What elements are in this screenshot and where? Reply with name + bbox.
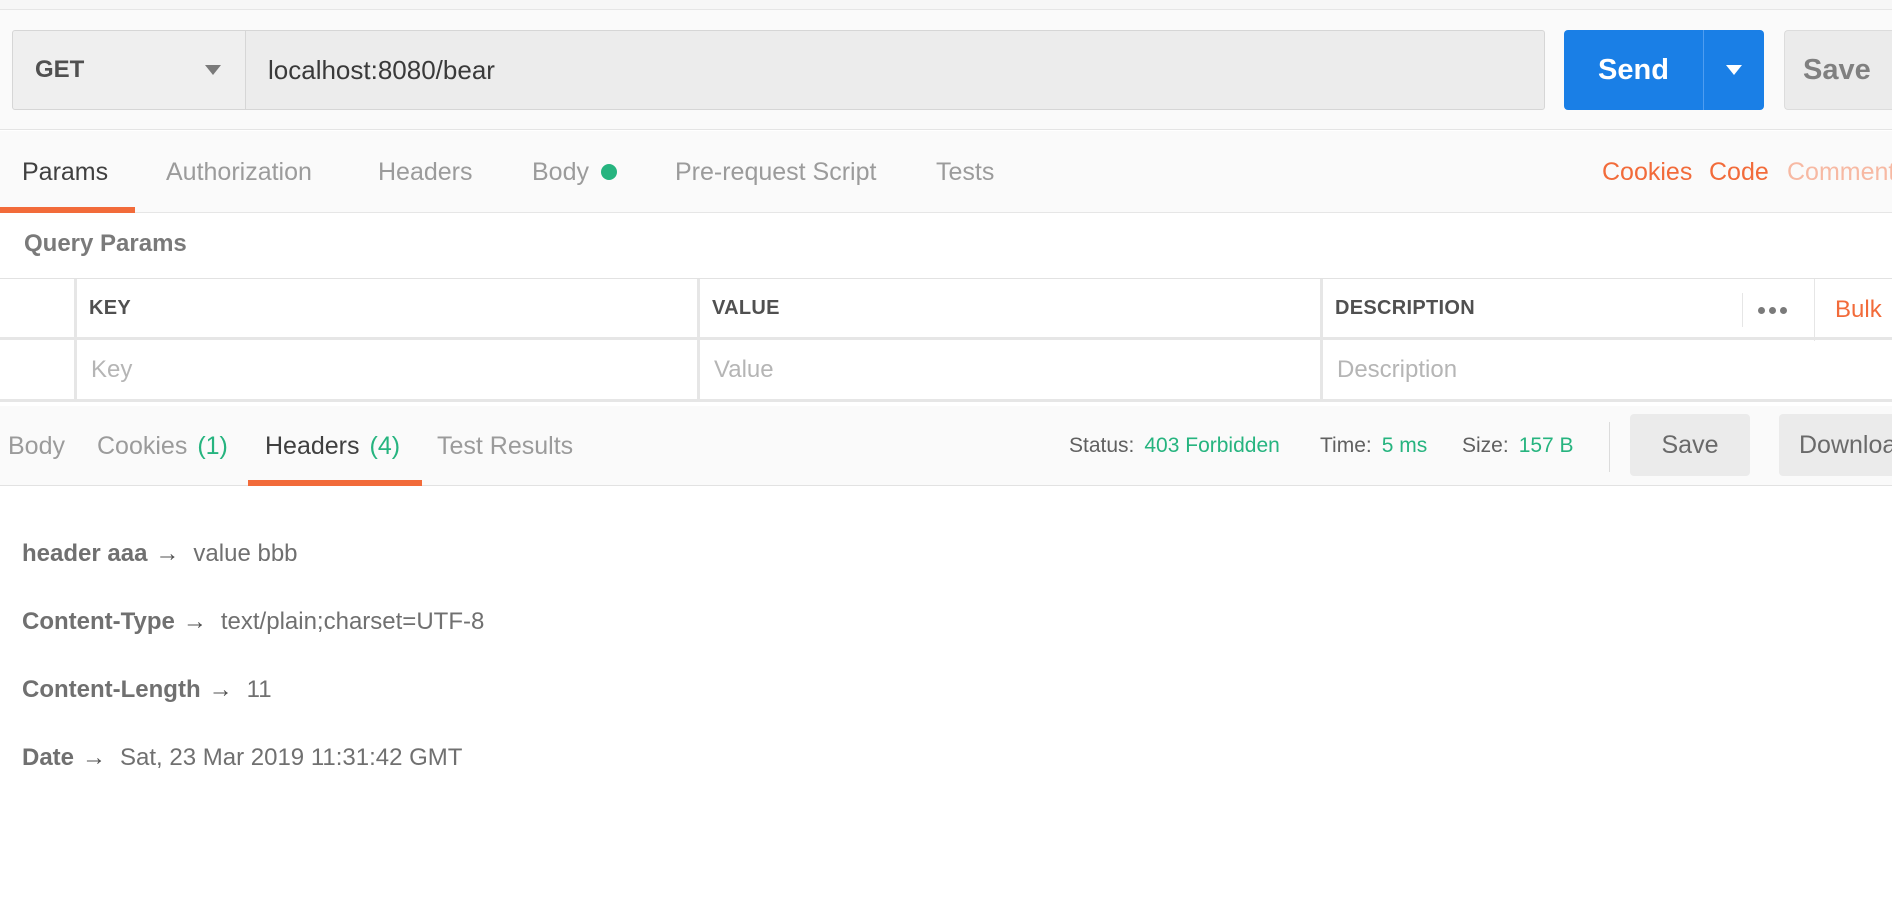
param-description-input[interactable] <box>1323 340 1892 399</box>
size-value: 157 B <box>1518 434 1574 457</box>
active-tab-indicator <box>0 207 135 213</box>
header-row: header aaa → value bbb <box>22 520 1872 588</box>
time-label: Time: <box>1320 434 1372 457</box>
query-params-table: KEY VALUE DESCRIPTION Bulk <box>0 278 1892 402</box>
send-button-group: Send <box>1564 30 1764 110</box>
param-value-input[interactable] <box>700 340 1321 399</box>
arrow-icon: → <box>182 608 207 635</box>
method-label: GET <box>35 56 85 83</box>
request-tabs: Params Authorization Headers Body Pre-re… <box>0 131 1892 213</box>
header-key: Content-Length <box>22 676 201 703</box>
column-header-value: VALUE <box>697 279 1321 337</box>
response-tab-body[interactable]: Body <box>8 406 65 486</box>
time-value: 5 ms <box>1381 434 1428 457</box>
active-tab-indicator <box>248 480 422 486</box>
header-key: Content-Type <box>22 608 175 635</box>
header-value: Sat, 23 Mar 2019 11:31:42 GMT <box>120 744 463 771</box>
cookies-count: (1) <box>197 431 228 460</box>
save-request-button[interactable]: Save <box>1784 30 1892 110</box>
divider <box>1609 422 1610 472</box>
send-button[interactable]: Send <box>1564 30 1704 110</box>
status-label: Status: <box>1069 434 1135 457</box>
header-value: text/plain;charset=UTF-8 <box>220 608 485 635</box>
size-info: Size: 157 B <box>1462 406 1574 486</box>
tab-headers[interactable]: Headers <box>378 131 473 213</box>
tab-authorization[interactable]: Authorization <box>166 131 312 213</box>
save-response-button[interactable]: Save <box>1630 414 1750 476</box>
tab-body[interactable]: Body <box>532 131 617 213</box>
arrow-icon: → <box>82 744 107 771</box>
header-row: Content-Length → 11 <box>22 656 1872 724</box>
header-key: header aaa <box>22 540 148 567</box>
status-value: 403 Forbidden <box>1144 434 1280 457</box>
arrow-icon: → <box>208 676 233 703</box>
value-cell <box>697 340 1321 399</box>
tab-label: Authorization <box>166 157 312 186</box>
key-cell <box>74 340 698 399</box>
params-input-row <box>0 340 1892 402</box>
comments-link[interactable]: Comment <box>1787 131 1892 213</box>
tab-label: Params <box>22 157 109 186</box>
header-row: Date → Sat, 23 Mar 2019 11:31:42 GMT <box>22 724 1872 792</box>
more-options-icon[interactable] <box>1742 293 1802 327</box>
query-params-title: Query Params <box>24 230 187 257</box>
tab-label: Cookies <box>97 431 188 460</box>
response-tab-cookies[interactable]: Cookies (1) <box>97 406 228 486</box>
request-bar: GET Send Save <box>0 10 1892 130</box>
time-info: Time: 5 ms <box>1320 406 1427 486</box>
header-value: value bbb <box>193 540 298 567</box>
tab-pre-request-script[interactable]: Pre-request Script <box>675 131 876 213</box>
response-tab-test-results[interactable]: Test Results <box>437 406 573 486</box>
tab-label: Body <box>532 157 589 186</box>
chevron-down-icon <box>205 65 221 75</box>
header-value: 11 <box>246 676 272 703</box>
response-headers-list: header aaa → value bbb Content-Type → te… <box>22 520 1872 792</box>
param-key-input[interactable] <box>77 340 698 399</box>
response-bar: Body Cookies (1) Headers (4) Test Result… <box>0 406 1892 486</box>
header-row: Content-Type → text/plain;charset=UTF-8 <box>22 588 1872 656</box>
download-response-button[interactable]: Download <box>1779 414 1892 476</box>
send-options-dropdown[interactable] <box>1704 30 1764 110</box>
headers-count: (4) <box>369 431 401 460</box>
size-label: Size: <box>1462 434 1509 457</box>
column-header-key: KEY <box>74 279 698 337</box>
description-cell <box>1320 340 1892 399</box>
chevron-down-icon <box>1726 65 1742 75</box>
top-strip <box>0 0 1892 10</box>
tab-label: Headers <box>265 431 360 460</box>
body-indicator-dot <box>600 164 617 180</box>
cookies-link[interactable]: Cookies <box>1602 131 1692 213</box>
arrow-icon: → <box>155 540 180 567</box>
column-header-description: DESCRIPTION <box>1320 279 1740 337</box>
status-info: Status: 403 Forbidden <box>1069 406 1280 486</box>
method-select[interactable]: GET <box>12 30 246 110</box>
tab-label: Headers <box>378 157 473 186</box>
tab-params[interactable]: Params <box>22 131 108 213</box>
tab-label: Pre-request Script <box>675 157 877 186</box>
code-link[interactable]: Code <box>1709 131 1769 213</box>
tab-tests[interactable]: Tests <box>936 131 994 213</box>
url-input[interactable] <box>245 30 1545 110</box>
params-header-row: KEY VALUE DESCRIPTION Bulk <box>0 278 1892 341</box>
tab-label: Tests <box>936 157 995 186</box>
response-tab-headers[interactable]: Headers (4) <box>265 406 400 486</box>
header-key: Date <box>22 744 75 771</box>
bulk-edit-link[interactable]: Bulk <box>1814 279 1882 341</box>
